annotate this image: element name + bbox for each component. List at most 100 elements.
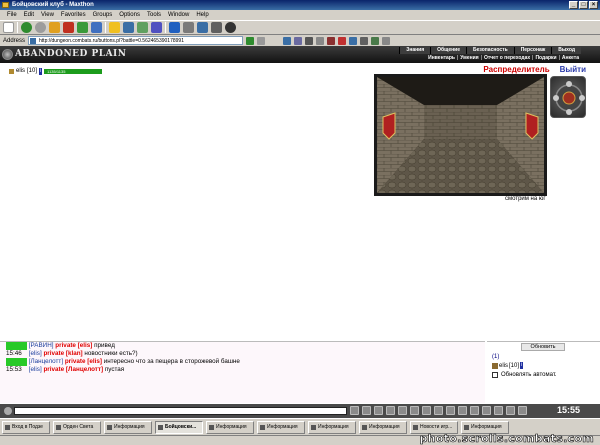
- cleaner-icon[interactable]: [382, 36, 391, 45]
- send-icon[interactable]: [350, 406, 359, 415]
- hammer-icon[interactable]: [386, 406, 395, 415]
- tab-item-active[interactable]: Бойцовски...: [155, 420, 203, 434]
- chat-mode-icon[interactable]: [4, 407, 12, 415]
- nav-gifts[interactable]: Подарки: [533, 55, 558, 62]
- favorites-icon[interactable]: [109, 22, 120, 33]
- bag-icon[interactable]: [506, 406, 515, 415]
- smile-icon[interactable]: [410, 406, 419, 415]
- menu-window[interactable]: Window: [168, 10, 189, 20]
- info-badge[interactable]: i: [39, 67, 43, 75]
- media-icon[interactable]: [316, 36, 325, 45]
- up-icon[interactable]: [49, 22, 60, 33]
- refresh-icon[interactable]: [77, 22, 88, 33]
- menu-file[interactable]: File: [7, 10, 17, 20]
- close-button[interactable]: ×: [589, 1, 598, 9]
- go-icon[interactable]: [246, 36, 255, 45]
- menu-groups[interactable]: Groups: [93, 10, 113, 20]
- tools-icon[interactable]: [360, 36, 369, 45]
- logo-text: ABANDONED PLAIN: [15, 49, 127, 59]
- sword-icon[interactable]: [446, 406, 455, 415]
- chat-nick[interactable]: [elis]: [29, 350, 42, 357]
- menu-options[interactable]: Options: [119, 10, 140, 20]
- exit-link[interactable]: Выйти: [560, 65, 586, 74]
- trade-icon[interactable]: [458, 406, 467, 415]
- nav-transitions[interactable]: Отчет о переходах: [482, 55, 532, 62]
- minimize-button[interactable]: _: [569, 1, 578, 9]
- back-icon[interactable]: [21, 22, 32, 33]
- chat-private[interactable]: private [klan]: [43, 350, 82, 357]
- map-icon[interactable]: [494, 406, 503, 415]
- bomb-icon[interactable]: [225, 22, 236, 33]
- history-icon[interactable]: [137, 22, 148, 33]
- nav-skills[interactable]: Умения: [458, 55, 480, 62]
- popup-icon[interactable]: [327, 36, 336, 45]
- home-icon[interactable]: [91, 22, 102, 33]
- forward-icon[interactable]: [35, 22, 46, 33]
- book-icon[interactable]: [482, 406, 491, 415]
- nav-profile[interactable]: Анкета: [560, 55, 581, 62]
- clear-icon[interactable]: [362, 406, 371, 415]
- menu-edit[interactable]: Edit: [24, 10, 34, 20]
- user-name[interactable]: elis: [16, 68, 25, 74]
- address-input[interactable]: http://dungeon.combats.ru/buttons.pl?bat…: [28, 36, 244, 45]
- feeds-icon[interactable]: [151, 22, 162, 33]
- zoom-icon[interactable]: [349, 36, 358, 45]
- compass-dial: [553, 81, 585, 115]
- nav-security[interactable]: Безопасность: [466, 47, 514, 54]
- menu-favorites[interactable]: Favorites: [61, 10, 86, 20]
- tab-item[interactable]: Информация: [206, 420, 254, 434]
- chat-nick[interactable]: [elis]: [29, 366, 42, 373]
- tab-item[interactable]: Орден Света: [53, 420, 101, 434]
- flag-icon[interactable]: [398, 406, 407, 415]
- menu-view[interactable]: View: [41, 10, 54, 20]
- proxy-icon[interactable]: [294, 36, 303, 45]
- logo-disc-icon: [2, 49, 13, 60]
- split-view-icon[interactable]: [183, 22, 194, 33]
- tab-item[interactable]: Информация: [257, 420, 305, 434]
- chat-private[interactable]: private [elis]: [55, 342, 92, 349]
- nav-communication[interactable]: Общение: [430, 47, 466, 54]
- pvp-icon[interactable]: [422, 406, 431, 415]
- scroll-icon[interactable]: [470, 406, 479, 415]
- tab-icon: [413, 424, 418, 430]
- chat-text: пустая: [104, 366, 125, 373]
- chat-input[interactable]: [14, 407, 347, 415]
- new-page-icon[interactable]: [3, 22, 14, 33]
- info-badge[interactable]: i: [520, 362, 524, 369]
- chat-nick[interactable]: [Ланцелотт]: [29, 358, 63, 365]
- nav-exit[interactable]: Выход: [551, 47, 581, 54]
- tab-item[interactable]: Вход в Подзе: [2, 420, 50, 434]
- user-status: elis [10] i 1135/1135: [9, 67, 103, 75]
- maximize-button[interactable]: □: [579, 1, 588, 9]
- stop-icon[interactable]: [63, 22, 74, 33]
- tools-icon[interactable]: [211, 22, 222, 33]
- undo-icon[interactable]: [169, 22, 180, 33]
- menu-help[interactable]: Help: [196, 10, 208, 20]
- block-icon[interactable]: [305, 36, 314, 45]
- chat-private[interactable]: private [elis]: [65, 358, 102, 365]
- nav-inventory[interactable]: Инвентарь: [426, 55, 457, 62]
- dropdown-icon[interactable]: [257, 36, 266, 45]
- member-name[interactable]: elis: [499, 363, 508, 369]
- tab-item[interactable]: Информация: [104, 420, 152, 434]
- window-icon[interactable]: [197, 22, 208, 33]
- script-icon[interactable]: [371, 36, 380, 45]
- chat-private[interactable]: private [Ланцелотт]: [43, 366, 103, 373]
- turn-left-button: [553, 95, 559, 101]
- filter-icon[interactable]: [374, 406, 383, 415]
- tab-item[interactable]: Информация: [359, 420, 407, 434]
- scissors-icon[interactable]: [338, 36, 347, 45]
- chat-nick[interactable]: [РАВИН]: [29, 342, 54, 349]
- menu-icon[interactable]: [518, 406, 527, 415]
- refresh-button[interactable]: Обновить: [521, 343, 565, 351]
- nav-knowledge[interactable]: Знания: [399, 47, 431, 54]
- menu-tools[interactable]: Tools: [147, 10, 161, 20]
- settings-icon[interactable]: [434, 406, 443, 415]
- nav-character[interactable]: Персонаж: [513, 47, 552, 54]
- hp-value: 1135/1135: [47, 68, 66, 74]
- distributor-link[interactable]: Распределитель: [483, 65, 549, 74]
- tab-item[interactable]: Информация: [308, 420, 356, 434]
- page-icon[interactable]: [283, 36, 292, 45]
- groups-icon[interactable]: [123, 22, 134, 33]
- auto-refresh-checkbox[interactable]: [492, 372, 498, 378]
